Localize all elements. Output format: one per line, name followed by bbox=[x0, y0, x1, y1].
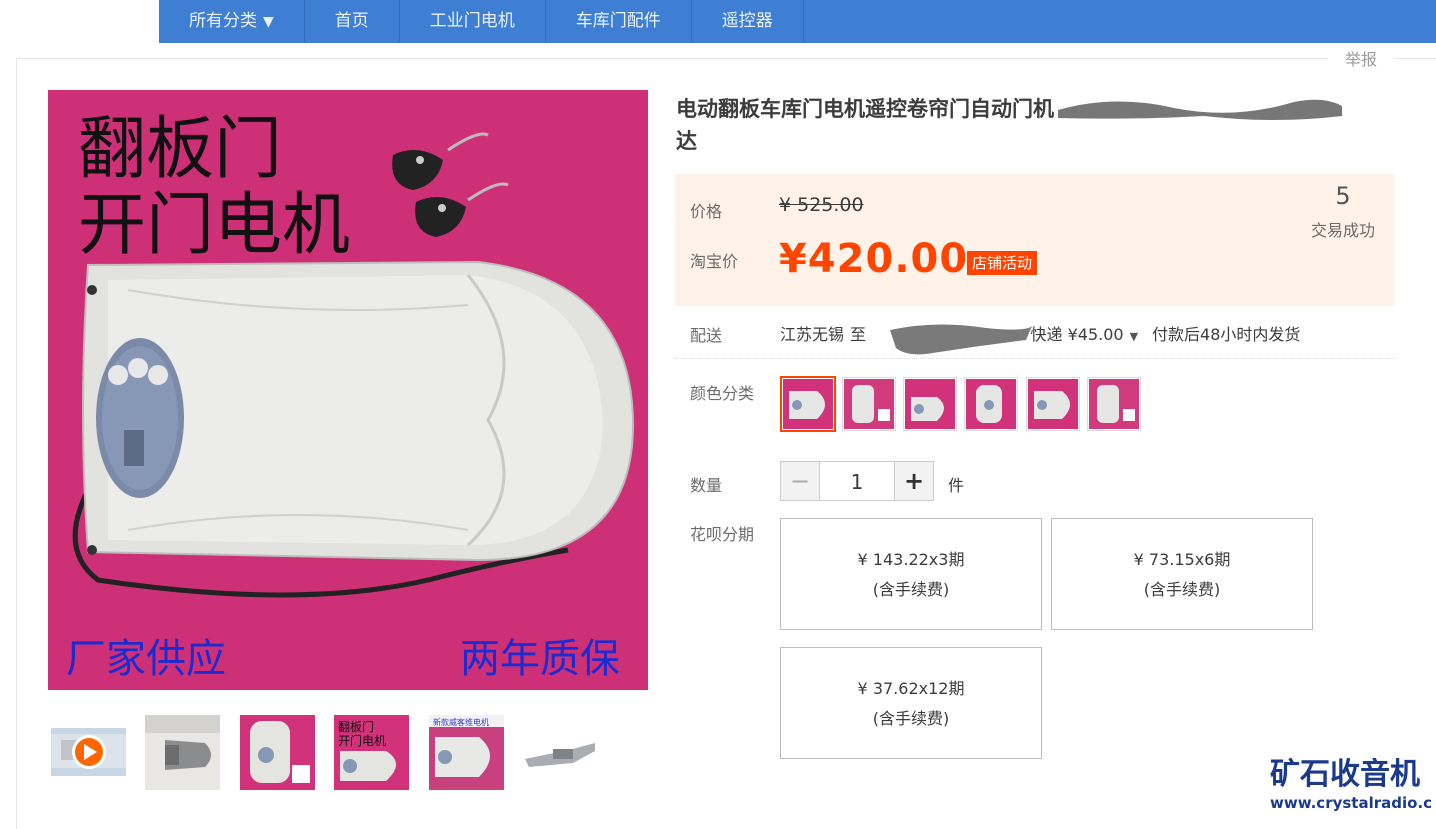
nav-home[interactable]: 首页 bbox=[305, 0, 400, 43]
ship-method-dropdown-icon[interactable]: ▼ bbox=[1130, 330, 1138, 343]
product-title-end: 达 bbox=[676, 129, 697, 153]
installment-option-12[interactable]: ¥ 37.62x12期 (含手续费) bbox=[780, 647, 1042, 759]
price-label: 价格 bbox=[690, 202, 723, 221]
nav-garage-parts[interactable]: 车库门配件 bbox=[546, 0, 692, 43]
watermark-url: www.crystalradio.cn bbox=[1270, 794, 1432, 812]
image-text-line2: 开门电机 bbox=[78, 186, 350, 265]
quantity-label: 数量 bbox=[690, 476, 723, 495]
installment-amount: ¥ 73.15x6期 bbox=[1133, 550, 1231, 569]
color-swatch-1[interactable] bbox=[780, 376, 836, 432]
svg-text:翻板门: 翻板门 bbox=[338, 719, 374, 734]
color-swatch-3[interactable] bbox=[903, 377, 957, 431]
nav-all-categories[interactable]: 所有分类 ▼ bbox=[159, 0, 305, 43]
image-text-bottom-right: 两年质保 bbox=[460, 636, 620, 682]
thumbnail-2[interactable] bbox=[145, 715, 220, 790]
sold-count: 5 bbox=[1335, 182, 1351, 210]
promo-price-label: 淘宝价 bbox=[690, 252, 739, 271]
site-watermark: 矿石收音机 www.crystalradio.cn bbox=[1270, 757, 1432, 812]
product-title-text: 电动翻板车库门电机遥控卷帘门自动门机 bbox=[676, 97, 1054, 121]
ship-to-word: 至 bbox=[850, 325, 867, 344]
ship-method[interactable]: 快递 ¥45.00 bbox=[1031, 325, 1124, 344]
image-text-bottom-left: 厂家供应 bbox=[66, 636, 226, 682]
color-swatch-6[interactable] bbox=[1087, 377, 1141, 431]
installment-note: (含手续费) bbox=[1143, 580, 1221, 599]
color-label: 颜色分类 bbox=[690, 384, 755, 403]
original-price: ¥ 525.00 bbox=[779, 194, 864, 216]
caret-down-icon: ▼ bbox=[263, 14, 274, 30]
nav-industrial-motor[interactable]: 工业门电机 bbox=[400, 0, 546, 43]
nav-all-categories-label: 所有分类 bbox=[189, 11, 257, 31]
color-swatch-4[interactable] bbox=[964, 377, 1018, 431]
shipping-label: 配送 bbox=[690, 326, 723, 345]
thumbnail-5-label: 新款威客维电机 bbox=[433, 717, 489, 727]
quantity-increase-button[interactable]: + bbox=[894, 461, 934, 501]
installment-amount: ¥ 37.62x12期 bbox=[857, 679, 965, 698]
separator bbox=[675, 358, 1395, 359]
installment-option-3[interactable]: ¥ 143.22x3期 (含手续费) bbox=[780, 518, 1042, 630]
redaction-scribble bbox=[1058, 99, 1342, 120]
watermark-title: 矿石收音机 bbox=[1270, 757, 1420, 792]
ship-from: 江苏无锡 bbox=[780, 325, 845, 344]
installment-option-6[interactable]: ¥ 73.15x6期 (含手续费) bbox=[1051, 518, 1313, 630]
quantity-input[interactable]: 1 bbox=[820, 461, 894, 501]
thumbnail-3[interactable] bbox=[240, 715, 315, 790]
image-text-line1: 翻板门 bbox=[78, 110, 282, 189]
color-swatch-5[interactable] bbox=[1026, 377, 1080, 431]
thumbnail-6[interactable] bbox=[523, 715, 598, 790]
quantity-stepper: − 1 + bbox=[780, 461, 934, 501]
thumbnail-4[interactable]: 翻板门 开门电机 bbox=[334, 715, 409, 790]
thumbnail-5[interactable]: 新款威客维电机 bbox=[429, 715, 504, 790]
installment-note: (含手续费) bbox=[872, 580, 950, 599]
svg-text:开门电机: 开门电机 bbox=[338, 733, 386, 748]
promo-badge[interactable]: 店铺活动 bbox=[967, 251, 1038, 275]
thumbnail-strip: 翻板门 开门电机 新款威客维电机 bbox=[48, 713, 648, 793]
quantity-unit: 件 bbox=[948, 476, 965, 495]
destination-redaction bbox=[890, 324, 1032, 355]
installment-note: (含手续费) bbox=[872, 709, 950, 728]
price-box: 价格 ¥ 525.00 淘宝价 ¥420.00 店铺活动 5 交易成功 bbox=[675, 174, 1395, 306]
nav-remote[interactable]: 遥控器 bbox=[692, 0, 804, 43]
report-link[interactable]: 举报 bbox=[1328, 48, 1394, 72]
color-swatch-2[interactable] bbox=[842, 377, 896, 431]
installment-amount: ¥ 143.22x3期 bbox=[857, 550, 965, 569]
video-thumbnail[interactable] bbox=[51, 728, 126, 776]
product-title: 电动翻板车库门电机遥控卷帘门自动门机达 bbox=[676, 90, 1400, 157]
installment-label: 花呗分期 bbox=[690, 525, 755, 544]
sold-label: 交易成功 bbox=[1310, 221, 1375, 240]
shipping-row: 江苏无锡至▼快递 ¥45.00▼付款后48小时内发货 bbox=[780, 321, 1306, 345]
quantity-decrease-button[interactable]: − bbox=[780, 461, 820, 501]
dispatch-time: 付款后48小时内发货 bbox=[1152, 325, 1301, 344]
current-price: ¥420.00 bbox=[779, 236, 969, 282]
category-nav: 所有分类 ▼ 首页 工业门电机 车库门配件 遥控器 bbox=[159, 0, 1436, 43]
main-product-image: 翻板门 开门电机 厂家供应 两年质保 bbox=[48, 90, 648, 690]
